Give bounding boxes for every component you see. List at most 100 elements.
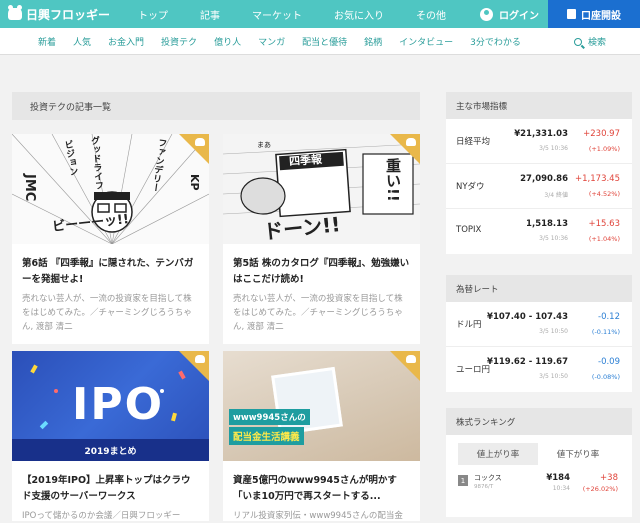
article-card[interactable]: JMC ビジョン グッドライフ ファンデリー KP ビーーーッ!! 第6話 『四… [12, 134, 209, 344]
article-title[interactable]: 第6話 『四季報』に隠された、テンバガーを発掘せよ! [12, 244, 209, 288]
fx-change: -0.12 [598, 312, 620, 322]
subnav-okuribito[interactable]: 億り人 [214, 35, 241, 48]
frog-badge-icon [195, 138, 205, 146]
subnav-dividends[interactable]: 配当と優待 [302, 35, 347, 48]
search-icon [574, 37, 582, 46]
article-card[interactable]: IPO 2019まとめ 【2019年IPO】上昇率トップはクラウド支援のサーバー… [12, 351, 209, 521]
ranking-panel-title: 株式ランキング [446, 408, 632, 435]
subnav-manga[interactable]: マンガ [258, 35, 285, 48]
subnav-popular[interactable]: 人気 [73, 35, 91, 48]
fx-time: 3/5 10:50 [539, 328, 568, 335]
rank-time: 10:34 [552, 485, 570, 492]
ranking-tabs: 値上がり率 値下がり率 [446, 435, 632, 465]
index-time: 3/4 終値 [544, 192, 568, 199]
nav-other[interactable]: その他 [416, 7, 446, 22]
fx-name: ユーロ円 [456, 365, 491, 375]
subnav-invest-tech[interactable]: 投資テク [161, 35, 197, 48]
nav-articles[interactable]: 記事 [200, 7, 220, 22]
ranking-row[interactable]: 1 コックス 9876/T ¥184 10:34 +38 (+26.02%) [446, 465, 632, 495]
fx-pct: (-0.08%) [591, 373, 620, 381]
subnav-stocks[interactable]: 銘柄 [364, 35, 382, 48]
article-title[interactable]: 【2019年IPO】上昇率トップはクラウド支援のサーバーワークス [12, 461, 209, 505]
top-bar: 日興フロッギー トップ 記事 マーケット お気に入り その他 ログイン 口座開設 [0, 0, 640, 28]
login-link[interactable]: ログイン [480, 0, 539, 28]
rank-stock-name: コックス [474, 474, 502, 482]
market-row[interactable]: TOPIX 1,518.13 3/5 10:36 +15.63 (+1.04%) [446, 209, 632, 254]
fx-row[interactable]: ドル円 ¥107.40 - 107.43 3/5 10:50 -0.12 (-0… [446, 302, 632, 347]
fx-panel-title: 為替レート [446, 275, 632, 302]
article-card[interactable]: www9945さんの 配当金生活講義 資産5億円のwww9945さんが明かす「い… [223, 351, 420, 521]
thumb-text-omoi: 重い!! [384, 158, 402, 202]
market-panel-title: 主な市場指標 [446, 92, 632, 119]
thumb-text-kp: KP [188, 174, 201, 191]
search-button[interactable]: 検索 [574, 28, 606, 55]
index-time: 3/5 10:36 [539, 145, 568, 152]
fx-rates-panel: 為替レート ドル円 ¥107.40 - 107.43 3/5 10:50 -0.… [446, 275, 632, 392]
article-thumbnail: www9945さんの 配当金生活講義 [223, 351, 420, 461]
subnav-3min[interactable]: 3分でわかる [470, 35, 521, 48]
article-description: 売れない芸人が、一流の投資家を目指して株をはじめてみた。／チャーミングじろうちゃ… [233, 294, 403, 332]
fx-pct: (-0.11%) [591, 328, 620, 336]
fx-name: ドル円 [456, 320, 482, 330]
frog-logo-icon [8, 5, 22, 20]
fx-change: -0.09 [598, 357, 620, 367]
index-pct: (+1.09%) [588, 145, 620, 153]
ipo-subtitle: 2019まとめ [84, 447, 137, 457]
tab-gainers[interactable]: 値上がり率 [458, 443, 538, 465]
frog-badge-icon [406, 138, 416, 146]
corner-badge [390, 134, 420, 164]
tab-losers[interactable]: 値下がり率 [538, 443, 618, 465]
site-logo[interactable]: 日興フロッギー [8, 5, 128, 23]
index-time: 3/5 10:36 [539, 235, 568, 242]
subnav-new[interactable]: 新着 [38, 35, 56, 48]
index-change: +15.63 [588, 219, 620, 229]
index-name: NYダウ [456, 182, 485, 192]
rank-number: 1 [458, 475, 468, 486]
sub-nav: 新着 人気 お金入門 投資テク 億り人 マンガ 配当と優待 銘柄 インタビュー … [0, 28, 640, 55]
nav-top[interactable]: トップ [138, 7, 168, 22]
market-indices-panel: 主な市場指標 日経平均 ¥21,331.03 3/5 10:36 +230.97… [446, 92, 632, 254]
frog-badge-icon [406, 355, 416, 363]
fx-price: ¥107.40 - 107.43 [487, 312, 568, 322]
index-change: +1,173.45 [575, 174, 620, 184]
index-price: ¥21,331.03 [514, 129, 568, 139]
subnav-money-intro[interactable]: お金入門 [108, 35, 144, 48]
market-row[interactable]: NYダウ 27,090.86 3/4 終値 +1,173.45 (+4.52%) [446, 164, 632, 209]
index-price: 27,090.86 [520, 174, 568, 184]
index-pct: (+1.04%) [588, 235, 620, 243]
fx-price: ¥119.62 - 119.67 [487, 357, 568, 367]
corner-badge [390, 351, 420, 381]
stock-ranking-panel: 株式ランキング 値上がり率 値下がり率 1 コックス 9876/T ¥184 1… [446, 408, 632, 517]
article-thumbnail: IPO 2019まとめ [12, 351, 209, 461]
nav-market[interactable]: マーケット [252, 7, 302, 22]
thumb-text-shikiho: 四季報 [288, 152, 323, 169]
document-icon [567, 9, 576, 19]
main-nav: トップ 記事 マーケット お気に入り その他 [138, 7, 478, 22]
index-pct: (+4.52%) [588, 190, 620, 198]
article-description: リアル投資家列伝・www9945さんの配当金 [233, 511, 403, 521]
open-account-label: 口座開設 [581, 10, 621, 22]
index-change: +230.97 [583, 129, 620, 139]
rank-change: +38 [600, 473, 618, 483]
index-name: 日経平均 [456, 137, 491, 147]
article-thumbnail: JMC ビジョン グッドライフ ファンデリー KP ビーーーッ!! [12, 134, 209, 244]
fx-row[interactable]: ユーロ円 ¥119.62 - 119.67 3/5 10:50 -0.09 (-… [446, 347, 632, 392]
index-price: 1,518.13 [526, 219, 568, 229]
article-title[interactable]: 第5話 株のカタログ『四季報』、勉強嫌いはここだけ読め! [223, 244, 420, 288]
corner-badge [179, 351, 209, 381]
article-thumbnail: 四季報 まあ ドーン!! 重い!! [223, 134, 420, 244]
market-row[interactable]: 日経平均 ¥21,331.03 3/5 10:36 +230.97 (+1.09… [446, 119, 632, 164]
nav-favorites[interactable]: お気に入り [334, 7, 384, 22]
ipo-heading: IPO [72, 379, 165, 430]
article-card[interactable]: 四季報 まあ ドーン!! 重い!! 第5話 株のカタログ『四季報』、勉強嫌いはこ… [223, 134, 420, 344]
article-title[interactable]: 資産5億円のwww9945さんが明かす「いま10万円で再スタートする... [223, 461, 420, 505]
open-account-button[interactable]: 口座開設 [548, 0, 640, 28]
thumb-text-www: www9945さんの [229, 409, 310, 425]
thumb-text-lecture: 配当金生活講義 [229, 427, 304, 445]
subnav-interview[interactable]: インタビュー [399, 35, 453, 48]
rank-stock-code: 9876/T [474, 484, 494, 490]
thumb-text-maa: まあ [257, 141, 271, 149]
rank-price: ¥184 [546, 473, 570, 483]
search-label: 検索 [588, 38, 607, 48]
article-description: IPOって儲かるのか会議／日興フロッギー [22, 511, 181, 521]
